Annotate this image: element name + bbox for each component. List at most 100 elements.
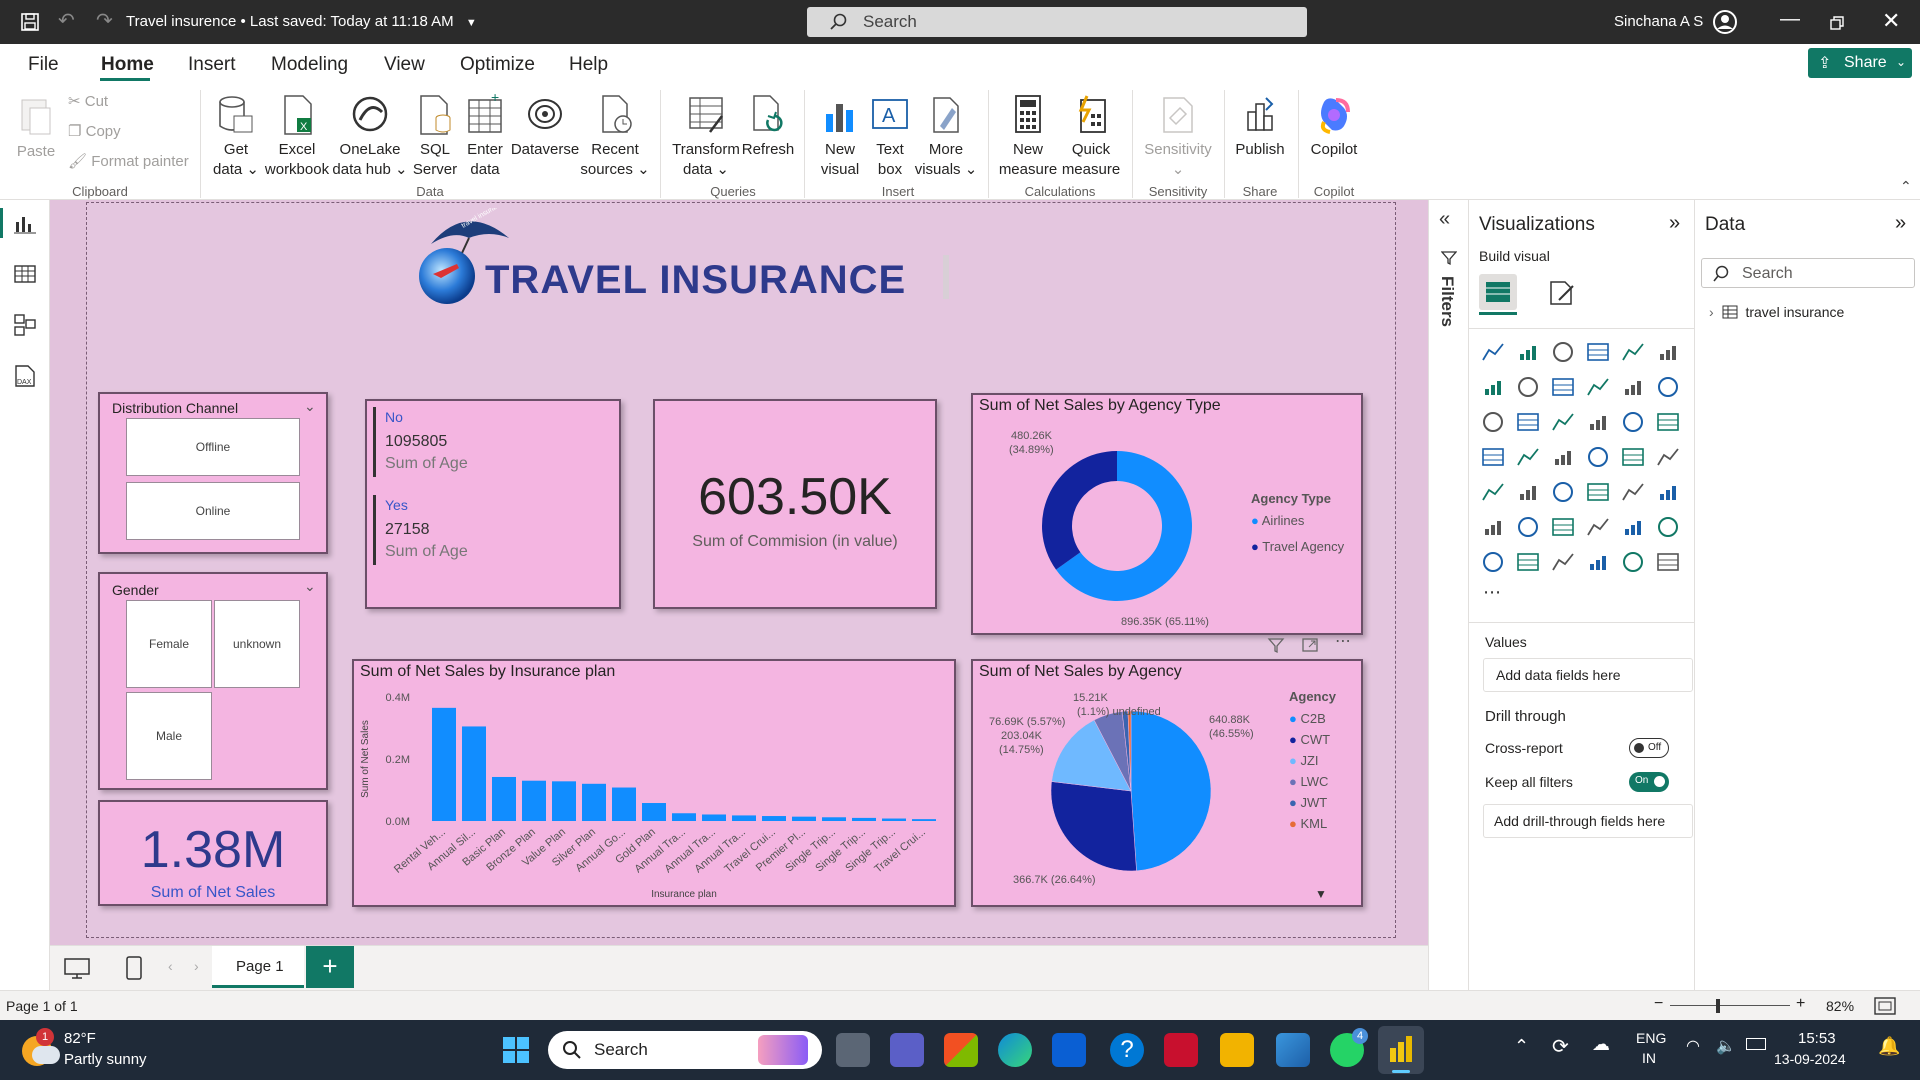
build-visual-tab[interactable] — [1479, 274, 1517, 310]
keep-filters-toggle[interactable]: On — [1629, 772, 1669, 792]
share-button[interactable]: ⇪ Share ⌄ — [1808, 48, 1912, 78]
sync-icon[interactable]: ⟳ — [1552, 1034, 1569, 1059]
zoom-out-icon[interactable]: − — [1654, 995, 1663, 1013]
visual-type-icon[interactable] — [1516, 480, 1542, 506]
page-tab-page-1[interactable]: Page 1 — [212, 946, 304, 988]
powerbi-taskbar-item[interactable] — [1378, 1026, 1424, 1074]
values-well[interactable]: Add data fields here — [1483, 658, 1693, 692]
wifi-icon[interactable]: ◠ — [1686, 1036, 1700, 1056]
more-visuals-button[interactable]: More visuals ⌄ — [912, 94, 980, 180]
legend-item[interactable]: ● LWC — [1289, 774, 1330, 795]
copy-button[interactable]: ❐ Copy — [68, 122, 121, 142]
legend-item[interactable]: ● C2B — [1289, 711, 1330, 732]
myhp-icon[interactable] — [1052, 1033, 1086, 1067]
format-visual-icon[interactable] — [1547, 278, 1577, 308]
visual-type-icon[interactable] — [1481, 375, 1507, 401]
visual-type-icon[interactable] — [1516, 375, 1542, 401]
search-box[interactable]: Search — [807, 7, 1307, 37]
chevron-down-icon[interactable]: ⌄ — [304, 578, 316, 595]
slicer-option-male[interactable]: Male — [126, 692, 212, 780]
legend-item[interactable]: ● CWT — [1289, 732, 1330, 753]
visual-type-icon[interactable] — [1586, 550, 1612, 576]
visual-type-icon[interactable] — [1586, 480, 1612, 506]
minimize-icon[interactable]: — — [1780, 8, 1800, 31]
slicer-option-female[interactable]: Female — [126, 600, 212, 688]
visual-type-icon[interactable] — [1621, 340, 1647, 366]
battery-icon[interactable] — [1746, 1038, 1766, 1050]
visual-type-icon[interactable] — [1656, 550, 1682, 576]
multirow-card[interactable]: No 1095805 Sum of Age Yes 27158 Sum of A… — [365, 399, 621, 609]
user-name[interactable]: Sinchana A S — [1614, 13, 1703, 30]
cloud-off-icon[interactable]: ☁ — [1592, 1034, 1610, 1055]
quick-measure-button[interactable]: Quick measure — [1058, 94, 1124, 180]
redo-icon[interactable]: ↷ — [96, 8, 113, 33]
visual-type-icon[interactable] — [1586, 410, 1612, 436]
clock-time[interactable]: 15:53 — [1798, 1030, 1836, 1047]
prev-page-icon[interactable]: ‹ — [168, 958, 173, 974]
dataverse-button[interactable]: Dataverse — [510, 94, 580, 160]
visual-type-icon[interactable] — [1516, 550, 1542, 576]
close-icon[interactable]: ✕ — [1882, 8, 1900, 34]
visual-type-icon[interactable] — [1481, 480, 1507, 506]
notification-bell-icon[interactable]: 🔔 — [1878, 1036, 1900, 1057]
visual-type-icon[interactable] — [1481, 550, 1507, 576]
visual-type-icon[interactable] — [1551, 480, 1577, 506]
refresh-button[interactable]: Refresh — [740, 94, 796, 160]
publish-button[interactable]: Publish — [1230, 94, 1290, 160]
help-icon[interactable]: ? — [1110, 1033, 1144, 1067]
format-painter-button[interactable]: 🖌 Format painter — [68, 152, 189, 172]
visual-type-icon[interactable] — [1481, 445, 1507, 471]
task-view-icon[interactable] — [836, 1033, 870, 1067]
visual-type-icon[interactable] — [1656, 515, 1682, 541]
mobile-layout-icon[interactable] — [126, 956, 142, 980]
chevron-up-icon[interactable]: ⌃ — [1514, 1036, 1529, 1057]
visual-type-icon[interactable] — [1551, 340, 1577, 366]
legend-item[interactable]: ● KML — [1289, 816, 1330, 837]
chart-net-sales-by-agency-type[interactable]: Sum of Net Sales by Agency Type 896.35K … — [971, 393, 1363, 635]
copilot-button[interactable]: Copilot — [1304, 94, 1364, 160]
drill-through-well[interactable]: Add drill-through fields here — [1483, 804, 1693, 838]
fit-to-page-icon[interactable] — [1874, 997, 1896, 1015]
visual-type-icon[interactable] — [1516, 410, 1542, 436]
more-options-icon[interactable]: ⋯ — [1335, 631, 1351, 651]
visual-type-icon[interactable] — [1551, 515, 1577, 541]
tab-modeling[interactable]: Modeling — [271, 54, 348, 76]
data-search-input[interactable]: Search — [1701, 258, 1915, 288]
tab-file[interactable]: File — [28, 54, 59, 76]
dax-query-icon[interactable]: DAX — [12, 364, 38, 388]
edge-icon[interactable] — [998, 1033, 1032, 1067]
restore-icon[interactable] — [1830, 16, 1844, 30]
tab-view[interactable]: View — [384, 54, 425, 76]
visual-type-icon[interactable] — [1621, 515, 1647, 541]
windows-start-icon[interactable] — [502, 1036, 530, 1064]
slicer-option-online[interactable]: Online — [126, 482, 300, 540]
visual-type-icon[interactable] — [1656, 410, 1682, 436]
visual-type-icon[interactable] — [1516, 445, 1542, 471]
mcafee-icon[interactable] — [1164, 1033, 1198, 1067]
visual-type-icon[interactable] — [1551, 445, 1577, 471]
table-tree-item[interactable]: › travel insurance — [1709, 304, 1844, 320]
tab-help[interactable]: Help — [569, 54, 608, 76]
cut-button[interactable]: ✂ Cut — [68, 92, 108, 112]
desktop-layout-icon[interactable] — [64, 958, 90, 980]
account-icon[interactable] — [1712, 9, 1738, 35]
visual-type-icon[interactable] — [1551, 410, 1577, 436]
visual-type-icon[interactable] — [1621, 410, 1647, 436]
filters-pane[interactable]: « Filters — [1428, 200, 1468, 990]
recent-sources-button[interactable]: Recent sources ⌄ — [580, 94, 650, 180]
add-page-button[interactable]: + — [306, 946, 354, 988]
next-page-icon[interactable]: › — [194, 958, 199, 974]
tab-home[interactable]: Home — [101, 54, 154, 76]
scroll-down-icon[interactable]: ▼ — [1315, 887, 1327, 901]
document-title[interactable]: Travel insurence • Last saved: Today at … — [126, 13, 477, 30]
visual-type-icon[interactable] — [1621, 550, 1647, 576]
volume-icon[interactable]: 🔈 — [1716, 1036, 1736, 1056]
new-measure-button[interactable]: New measure — [996, 94, 1060, 180]
visual-type-icon[interactable] — [1621, 445, 1647, 471]
collapse-icon[interactable]: » — [1895, 212, 1906, 235]
legend-item[interactable]: ● Airlines — [1251, 513, 1304, 528]
weather-widget[interactable]: 1 — [22, 1028, 60, 1068]
table-view-icon[interactable] — [14, 264, 36, 284]
file-explorer-icon[interactable] — [1220, 1033, 1254, 1067]
chart-net-sales-by-insurance-plan[interactable]: Sum of Net Sales by Insurance plan 0.0M 0… — [352, 659, 956, 907]
